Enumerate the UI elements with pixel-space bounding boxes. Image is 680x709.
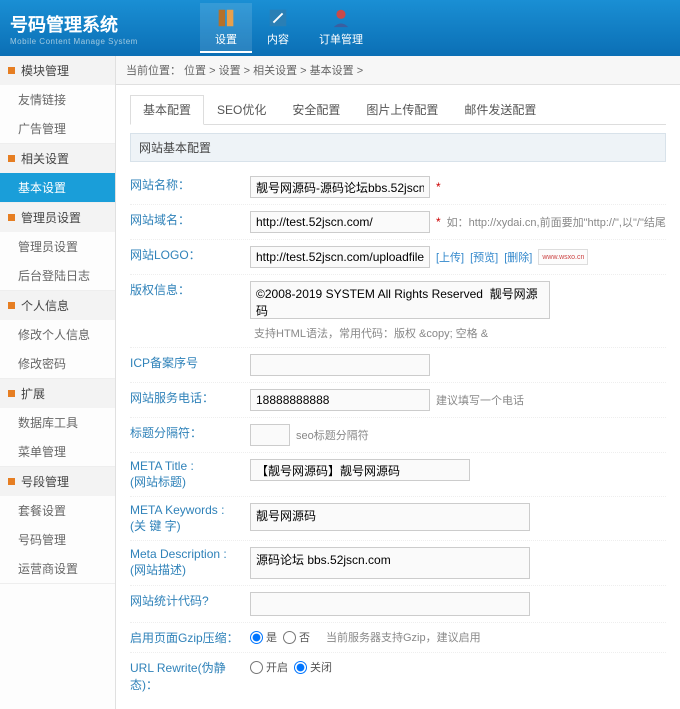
row-gzip: 启用页面Gzip压缩： 是 否 当前服务器支持Gzip，建议启用 — [130, 623, 666, 653]
sidebar-group-head[interactable]: 号段管理 — [0, 467, 115, 496]
row-stat-code: 网站统计代码? — [130, 586, 666, 623]
nav-settings[interactable]: 设置 — [200, 3, 252, 53]
site-domain-input[interactable] — [250, 211, 430, 233]
top-nav: 设置 内容 订单管理 — [200, 3, 378, 53]
sidebar-item[interactable]: 套餐设置 — [0, 496, 115, 525]
row-separator: 标题分隔符： seo标题分隔符 — [130, 418, 666, 453]
tab[interactable]: 邮件发送配置 — [451, 95, 549, 124]
separator-input[interactable] — [250, 424, 290, 446]
phone-input[interactable] — [250, 389, 430, 411]
row-site-logo: 网站LOGO： [上传] [预览] [删除] www.wsxo.cn — [130, 240, 666, 275]
nav-orders[interactable]: 订单管理 — [304, 3, 378, 53]
breadcrumb: 当前位置： 位置 > 设置 > 相关设置 > 基本设置 > — [116, 56, 680, 85]
logo-preview: www.wsxo.cn — [538, 249, 588, 265]
book-icon — [215, 7, 237, 29]
tabs: 基本配置SEO优化安全配置图片上传配置邮件发送配置 — [130, 95, 666, 125]
meta-title-input[interactable] — [250, 459, 470, 481]
app-header: 号码管理系统 Mobile Content Manage System 设置 内… — [0, 0, 680, 56]
row-meta-desc: Meta Description :(网站描述) 源码论坛 bbs.52jscn… — [130, 541, 666, 586]
main: 当前位置： 位置 > 设置 > 相关设置 > 基本设置 > 基本配置SEO优化安… — [116, 56, 680, 709]
sidebar-group-head[interactable]: 个人信息 — [0, 291, 115, 320]
site-logo-input[interactable] — [250, 246, 430, 268]
sidebar-item[interactable]: 修改个人信息 — [0, 320, 115, 349]
meta-keywords-textarea[interactable]: 靓号网源码 — [250, 503, 530, 531]
row-site-domain: 网站域名： * 如：http://xydai.cn,前面要加"http://",… — [130, 205, 666, 240]
sidebar-group-head[interactable]: 管理员设置 — [0, 203, 115, 232]
tab[interactable]: SEO优化 — [204, 95, 279, 124]
tab[interactable]: 图片上传配置 — [353, 95, 451, 124]
sidebar: 模块管理友情链接广告管理相关设置基本设置管理员设置管理员设置后台登陆日志个人信息… — [0, 56, 116, 709]
rewrite-off[interactable]: 关闭 — [294, 659, 332, 675]
preview-link[interactable]: [预览] — [470, 249, 498, 265]
sidebar-group-head[interactable]: 相关设置 — [0, 144, 115, 173]
copyright-textarea[interactable]: ©2008-2019 SYSTEM All Rights Reserved 靓号… — [250, 281, 550, 319]
tab[interactable]: 基本配置 — [130, 95, 204, 125]
gzip-no[interactable]: 否 — [283, 629, 310, 645]
sidebar-item[interactable]: 运营商设置 — [0, 554, 115, 583]
sidebar-item[interactable]: 号码管理 — [0, 525, 115, 554]
sidebar-item[interactable]: 广告管理 — [0, 114, 115, 143]
logo-subtitle: Mobile Content Manage System — [10, 37, 200, 46]
sidebar-item[interactable]: 友情链接 — [0, 85, 115, 114]
row-rewrite: URL Rewrite(伪静态)： 开启 关闭 — [130, 653, 666, 699]
nav-content[interactable]: 内容 — [252, 3, 304, 53]
sidebar-item[interactable]: 修改密码 — [0, 349, 115, 378]
logo-title: 号码管理系统 — [10, 15, 118, 35]
row-site-name: 网站名称： * — [130, 170, 666, 205]
row-meta-keywords: META Keywords :(关 键 字) 靓号网源码 — [130, 497, 666, 541]
icp-input[interactable] — [250, 354, 430, 376]
row-meta-title: META Title :(网站标题) — [130, 453, 666, 497]
panel-title: 网站基本配置 — [130, 133, 666, 162]
row-copyright: 版权信息： ©2008-2019 SYSTEM All Rights Reser… — [130, 275, 666, 348]
site-name-input[interactable] — [250, 176, 430, 198]
gzip-yes[interactable]: 是 — [250, 629, 277, 645]
content-panel: 基本配置SEO优化安全配置图片上传配置邮件发送配置 网站基本配置 网站名称： *… — [116, 85, 680, 709]
meta-desc-textarea[interactable]: 源码论坛 bbs.52jscn.com — [250, 547, 530, 579]
person-icon — [330, 7, 352, 29]
sidebar-item[interactable]: 菜单管理 — [0, 437, 115, 466]
delete-link[interactable]: [删除] — [504, 249, 532, 265]
sidebar-item[interactable]: 后台登陆日志 — [0, 261, 115, 290]
stat-code-textarea[interactable] — [250, 592, 530, 616]
tab[interactable]: 安全配置 — [279, 95, 353, 124]
logo: 号码管理系统 Mobile Content Manage System — [10, 11, 200, 46]
upload-link[interactable]: [上传] — [436, 249, 464, 265]
pencil-icon — [267, 7, 289, 29]
rewrite-on[interactable]: 开启 — [250, 659, 288, 675]
sidebar-group-head[interactable]: 模块管理 — [0, 56, 115, 85]
sidebar-item[interactable]: 管理员设置 — [0, 232, 115, 261]
sidebar-group-head[interactable]: 扩展 — [0, 379, 115, 408]
sidebar-item[interactable]: 基本设置 — [0, 173, 115, 202]
sidebar-item[interactable]: 数据库工具 — [0, 408, 115, 437]
row-icp: ICP备案序号 — [130, 348, 666, 383]
row-phone: 网站服务电话： 建议填写一个电话 — [130, 383, 666, 418]
